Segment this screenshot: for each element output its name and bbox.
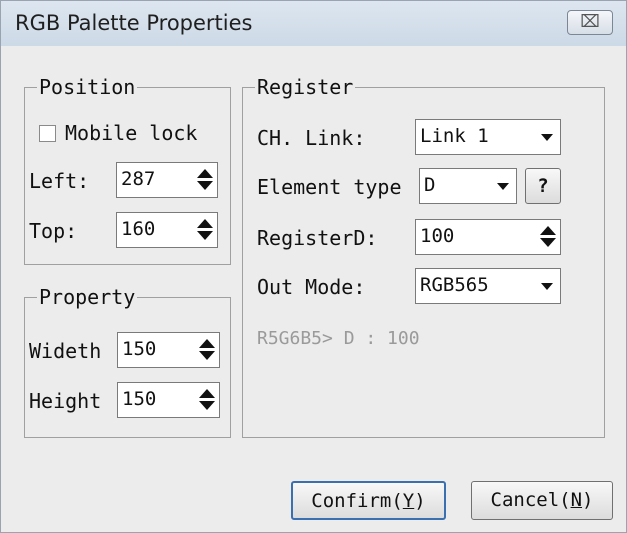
out-mode-label: Out Mode:: [257, 275, 366, 299]
chevron-down-icon: [541, 134, 553, 141]
close-icon: ⌧: [580, 12, 600, 32]
cancel-accel-key: N: [570, 489, 583, 511]
top-spin-icon[interactable]: [197, 219, 213, 241]
register-spin-icon[interactable]: [540, 226, 556, 248]
ch-link-value: Link 1: [420, 125, 489, 147]
register-group: Register CH. Link: Link 1 Element type D…: [242, 75, 605, 438]
register-label: RegisterD:: [257, 226, 378, 250]
cancel-label: Cancel(: [490, 489, 571, 511]
out-mode-value: RGB565: [420, 274, 489, 296]
ch-link-dropdown[interactable]: Link 1: [415, 119, 561, 155]
left-label: Left:: [29, 169, 90, 193]
confirm-accel-key: Y: [402, 490, 415, 512]
title-bar: RGB Palette Properties ⌧: [1, 1, 626, 46]
cancel-button[interactable]: Cancel(N): [471, 481, 613, 520]
position-group: Position Mobile lock Left: 287 Top: 160: [24, 75, 231, 265]
help-button[interactable]: ?: [525, 168, 561, 204]
rgb-palette-properties-dialog: RGB Palette Properties ⌧ Position Mobile…: [0, 0, 627, 533]
confirm-label: Confirm(: [311, 490, 403, 512]
height-value: 150: [122, 388, 157, 410]
top-label: Top:: [29, 219, 78, 243]
property-legend: Property: [37, 285, 138, 309]
element-type-dropdown[interactable]: D: [419, 168, 517, 204]
left-spin-icon[interactable]: [197, 169, 213, 191]
register-legend: Register: [255, 75, 356, 99]
register-stepper[interactable]: 100: [415, 219, 561, 255]
height-stepper[interactable]: 150: [117, 382, 220, 418]
height-spin-icon[interactable]: [199, 389, 215, 411]
chevron-down-icon: [497, 183, 509, 190]
width-stepper[interactable]: 150: [117, 332, 220, 368]
ch-link-label: CH. Link:: [257, 126, 366, 150]
cancel-label-end: ): [582, 489, 594, 511]
chevron-down-icon: [541, 283, 553, 290]
position-legend: Position: [37, 75, 138, 99]
confirm-label-end: ): [414, 490, 426, 512]
width-label: Wideth: [29, 339, 102, 363]
left-stepper[interactable]: 287: [116, 162, 218, 198]
left-value: 287: [121, 168, 156, 190]
top-stepper[interactable]: 160: [116, 212, 218, 248]
width-spin-icon[interactable]: [199, 339, 215, 361]
question-icon: ?: [537, 175, 549, 197]
height-label: Height: [29, 389, 102, 413]
property-group: Property Wideth 150 Height 150: [24, 285, 231, 438]
register-value: 100: [420, 225, 455, 247]
out-mode-dropdown[interactable]: RGB565: [415, 268, 561, 304]
confirm-button[interactable]: Confirm(Y): [291, 481, 446, 520]
mobile-lock-checkbox[interactable]: [39, 125, 56, 142]
register-info-text: R5G6B5> D : 100: [257, 328, 420, 349]
mobile-lock-label: Mobile lock: [65, 121, 198, 145]
width-value: 150: [122, 338, 157, 360]
top-value: 160: [121, 218, 156, 240]
element-type-label: Element type: [257, 175, 402, 199]
element-type-value: D: [424, 174, 436, 196]
window-title: RGB Palette Properties: [15, 11, 253, 35]
close-button[interactable]: ⌧: [567, 10, 613, 35]
